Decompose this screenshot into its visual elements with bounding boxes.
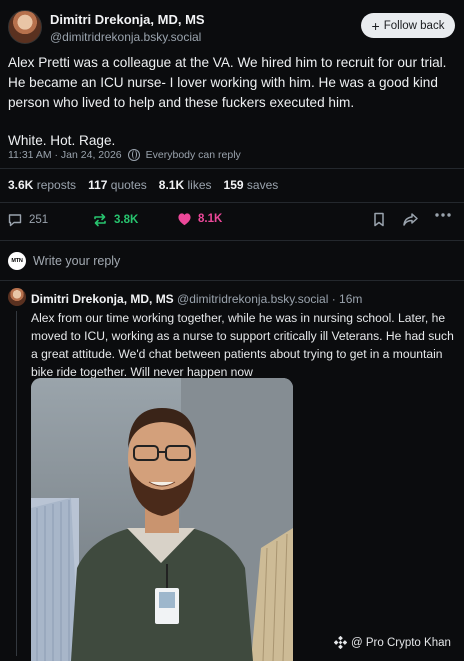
like-button[interactable]: 8.1K [177,212,222,226]
follow-back-button[interactable]: + Follow back [361,13,455,38]
post-text-paragraph-1: Alex Pretti was a colleague at the VA. W… [8,55,447,110]
thread-line [16,311,17,656]
reply-author-avatar[interactable] [8,288,26,306]
repost-icon [94,213,106,227]
saves-stat[interactable]: 159 saves [224,178,279,192]
reply-count: 251 [29,214,49,226]
globe-icon [127,149,140,161]
author-avatar[interactable] [8,10,42,44]
follow-back-label: Follow back [383,19,445,32]
more-options-button[interactable] [434,212,452,218]
reply-author-handle[interactable]: @dimitridrekonja.bsky.social [177,292,328,306]
post-text-paragraph-2: White. Hot. Rage. [8,133,116,148]
heart-icon [178,213,191,226]
reply-author-name[interactable]: Dimitri Drekonja, MD, MS [31,292,174,306]
reply-button[interactable]: 251 [7,212,48,228]
reply-photo[interactable] [31,378,293,661]
post-meta: 11:31 AM · Jan 24, 2026 Everybody can re… [8,149,241,161]
binance-logo-icon [334,636,347,649]
current-user-avatar[interactable]: MTN [8,252,26,270]
watermark-text: @ Pro Crypto Khan [351,636,451,649]
reply-input[interactable]: Write your reply [33,254,120,268]
reply-visibility: Everybody can reply [145,149,241,161]
divider [0,240,464,241]
post-body: Alex Pretti was a colleague at the VA. W… [8,53,458,151]
reposts-stat[interactable]: 3.6K reposts [8,178,76,192]
author-handle[interactable]: @dimitridrekonja.bsky.social [50,30,201,44]
author-name[interactable]: Dimitri Drekonja, MD, MS [50,12,205,27]
repost-count: 3.8K [114,214,139,226]
photo-illustration [31,378,293,661]
likes-stat[interactable]: 8.1K likes [159,178,212,192]
divider [0,280,464,281]
ellipsis-icon [435,213,451,217]
bookmark-icon [374,212,384,227]
reply-bubble-icon [8,214,22,227]
reply-time[interactable]: · 16m [332,292,363,306]
post-timestamp[interactable]: 11:31 AM · Jan 24, 2026 [8,149,122,161]
repost-button[interactable]: 3.8K [92,212,138,228]
watermark: @ Pro Crypto Khan [334,636,451,649]
bookmark-button[interactable] [372,212,386,227]
reply-body: Alex from our time working together, whi… [31,311,454,379]
divider [0,202,464,203]
quotes-stat[interactable]: 117 quotes [88,178,147,192]
reply-header: Dimitri Drekonja, MD, MS @dimitridrekonj… [31,292,362,306]
like-count: 8.1K [198,213,223,225]
plus-icon: + [371,17,380,34]
share-button[interactable] [402,212,419,227]
post-stats: 3.6K reposts 117 quotes 8.1K likes 159 s… [8,178,278,192]
action-bar: 251 3.8K 8.1K [0,206,464,236]
divider [0,168,464,169]
share-arrow-icon [403,213,418,226]
